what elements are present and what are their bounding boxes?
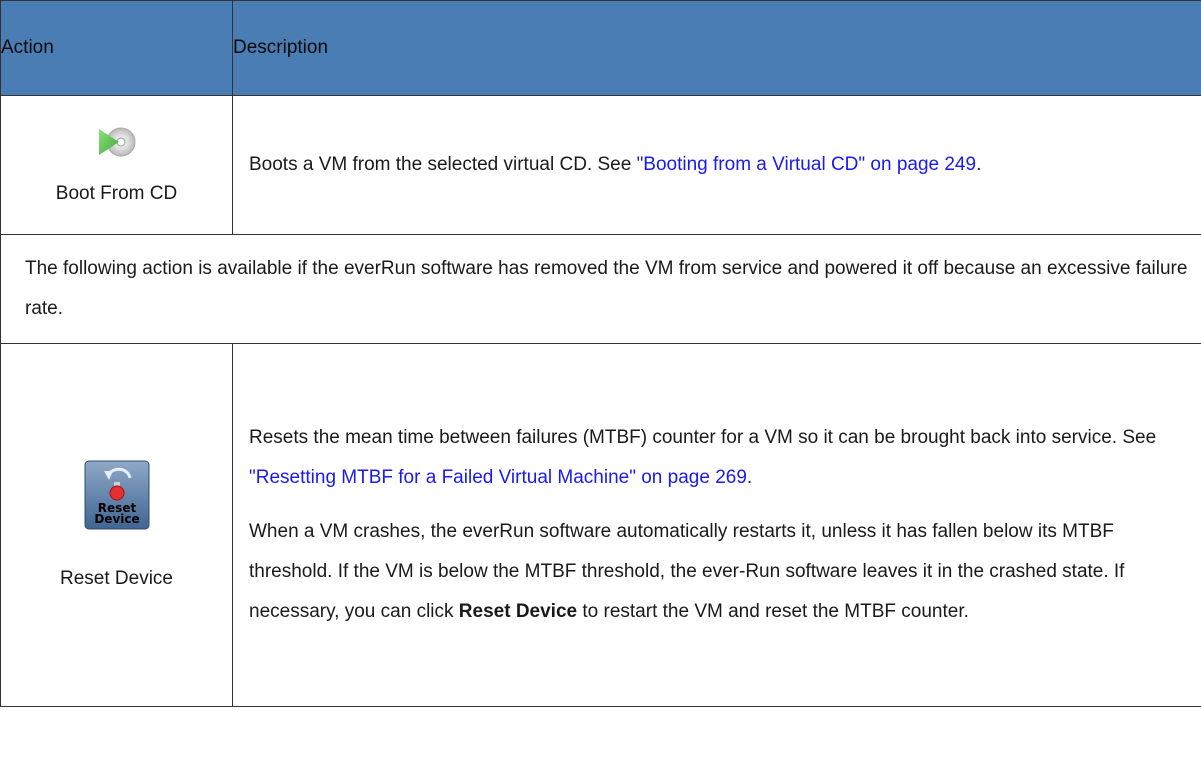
note-cell: The following action is available if the…: [0, 234, 1201, 344]
header-row: Action Description: [0, 0, 1201, 96]
description-text-3: to restart the VM and reset the MTBF cou…: [577, 601, 969, 622]
action-cell: Boot From CD: [0, 95, 233, 235]
actions-table: Action Description Boot From CD Boots a …: [0, 0, 1201, 707]
action-label: Reset Device: [60, 568, 173, 589]
booting-virtual-cd-link[interactable]: "Booting from a Virtual CD" on page 249: [637, 154, 977, 175]
icon-text-device: Device: [94, 512, 139, 526]
reset-device-icon: Reset Device: [84, 460, 149, 530]
resetting-mtbf-link[interactable]: "Resetting MTBF for a Failed Virtual Mac…: [249, 467, 747, 488]
description-cell: Boots a VM from the selected virtual CD.…: [232, 95, 1201, 235]
description-text: Resets the mean time between failures (M…: [249, 427, 1157, 448]
description-paragraph: Resets the mean time between failures (M…: [249, 418, 1193, 498]
description-paragraph-2: When a VM crashes, the everRun software …: [249, 512, 1193, 632]
header-description: Description: [232, 0, 1201, 96]
description-text: Boots a VM from the selected virtual CD.…: [249, 154, 637, 175]
action-label: Boot From CD: [55, 183, 178, 204]
action-cell: Reset Device Reset Device: [0, 343, 233, 707]
reset-device-bold: Reset Device: [458, 601, 578, 622]
description-period: .: [746, 467, 753, 488]
header-action: Action: [0, 0, 233, 96]
description-period: .: [976, 154, 982, 175]
table-row: Boot From CD Boots a VM from the selecte…: [0, 95, 1201, 235]
table-row: Reset Device Reset Device Resets the mea…: [0, 343, 1201, 707]
note-row: The following action is available if the…: [0, 234, 1201, 344]
description-cell: Resets the mean time between failures (M…: [232, 343, 1201, 707]
play-cd-icon: [98, 127, 135, 157]
